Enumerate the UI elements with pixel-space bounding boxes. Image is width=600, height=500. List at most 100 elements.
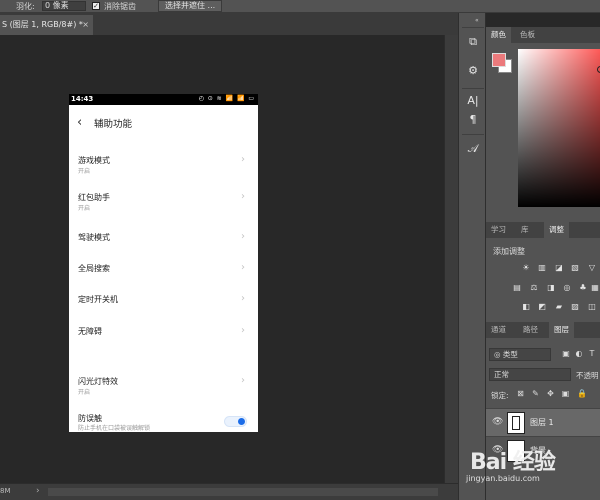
list-item-global-search[interactable]: 全局搜索 › xyxy=(69,262,258,277)
doc-size-readout: 8M xyxy=(0,487,11,495)
tab-learn[interactable]: 学习 xyxy=(486,222,511,238)
black-white-icon[interactable]: ◨ xyxy=(546,283,556,292)
vibrance-icon[interactable]: ▽ xyxy=(587,263,597,272)
levels-icon[interactable]: ▥ xyxy=(537,263,547,272)
feather-label: 羽化: xyxy=(16,2,35,11)
tab-libraries[interactable]: 库 xyxy=(516,222,534,238)
status-bar: 8M › xyxy=(0,483,458,500)
list-item-game-mode[interactable]: 游戏模式 开启 › xyxy=(69,154,258,181)
layer-name[interactable]: 图层 1 xyxy=(530,417,554,428)
gradient-map-icon[interactable]: ▨ xyxy=(570,302,580,311)
tab-adjustments[interactable]: 调整 xyxy=(544,222,569,238)
chevron-right-icon: › xyxy=(241,325,245,336)
opacity-label: 不透明 xyxy=(576,371,599,380)
toggle-knob xyxy=(238,418,245,425)
exposure-icon[interactable]: ▧ xyxy=(570,263,580,272)
selective-color-icon[interactable]: ◫ xyxy=(587,302,597,311)
color-panel-tabs: 颜色 色板 xyxy=(486,27,600,43)
list-item-subtitle: 开启 xyxy=(78,389,91,396)
filter-adjustment-icon[interactable]: ◐ xyxy=(574,349,584,359)
list-item-title: 全局搜索 xyxy=(78,264,110,273)
curves-icon[interactable]: ◪ xyxy=(554,263,564,272)
list-item-flash-effect[interactable]: 闪光灯特效 开启 › xyxy=(69,375,258,402)
document-tab-bar: S (图层 1, RGB/8#) * × xyxy=(0,13,458,35)
photo-filter-icon[interactable]: ◎ xyxy=(562,283,572,292)
threshold-icon[interactable]: ▰ xyxy=(554,302,564,311)
antialias-checkbox[interactable]: ✓ xyxy=(92,2,100,10)
list-item-title: 游戏模式 xyxy=(78,156,110,165)
watermark-url: jingyan.baidu.com xyxy=(466,474,540,483)
chevron-right-icon: › xyxy=(241,154,245,165)
divider xyxy=(462,134,484,135)
vertical-scrollbar[interactable] xyxy=(444,35,458,483)
chevron-right-icon: › xyxy=(241,262,245,273)
brightness-icon[interactable]: ☀ xyxy=(521,263,531,272)
color-balance-icon[interactable]: ⚖ xyxy=(529,283,539,292)
tab-swatches[interactable]: 色板 xyxy=(515,27,540,43)
tab-layers[interactable]: 图层 xyxy=(549,322,574,338)
list-item-title: 定时开关机 xyxy=(78,295,118,304)
lock-position-icon[interactable]: ✥ xyxy=(546,389,555,399)
list-item-red-packet[interactable]: 红包助手 开启 › xyxy=(69,191,258,218)
layer-row[interactable]: 👁 图层 1 xyxy=(486,408,600,436)
tab-paths[interactable]: 路径 xyxy=(518,322,543,338)
filter-type-icon[interactable]: T xyxy=(587,349,597,359)
list-item-title: 红包助手 xyxy=(78,193,110,202)
character-icon[interactable]: A| xyxy=(462,92,484,110)
blend-mode-select[interactable]: 正常 xyxy=(489,368,571,381)
list-item-driving-mode[interactable]: 驾驶模式 › xyxy=(69,231,258,246)
invert-icon[interactable]: ◧ xyxy=(521,302,531,311)
lock-pixels-icon[interactable]: ✎ xyxy=(531,389,540,399)
close-icon[interactable]: × xyxy=(82,15,89,35)
eye-icon[interactable]: 👁 xyxy=(492,417,503,427)
color-panel: 颜色 色板 xyxy=(486,27,600,222)
divider xyxy=(462,88,484,89)
filter-pixel-icon[interactable]: ▣ xyxy=(561,349,571,359)
list-item-anti-mistouch[interactable]: 防误触 防止手机在口袋被误触解锁 xyxy=(69,413,258,432)
document-tab-title: S (图层 1, RGB/8#) * xyxy=(2,20,83,29)
anti-mistouch-toggle[interactable] xyxy=(224,416,247,427)
history-icon[interactable]: ⧉ xyxy=(462,33,484,51)
color-lookup-icon[interactable]: ▦ xyxy=(590,283,600,292)
back-arrow-icon[interactable]: ‹ xyxy=(77,115,89,131)
lock-all-icon[interactable]: 🔒 xyxy=(577,389,587,399)
layer-kind-filter[interactable]: ◎ 类型 xyxy=(489,348,551,361)
phone-status-icons: ◴ ⊙ ≋ 📶 📶 ▭ xyxy=(198,95,255,102)
divider xyxy=(462,27,484,28)
list-item-subtitle: 开启 xyxy=(78,168,91,175)
chevron-right-icon: › xyxy=(241,375,245,386)
collapse-icon[interactable]: « xyxy=(475,17,479,24)
feather-input[interactable]: 0 像素 xyxy=(42,1,86,11)
adjustments-panel-tabs: 学习 库 调整 xyxy=(486,222,600,238)
list-item-accessibility[interactable]: 无障碍 › xyxy=(69,325,258,340)
horizontal-scrollbar[interactable] xyxy=(48,488,438,496)
posterize-icon[interactable]: ◩ xyxy=(537,302,547,311)
foreground-color-swatch[interactable] xyxy=(492,53,506,67)
chevron-right-icon: › xyxy=(241,293,245,304)
lock-transparent-icon[interactable]: ⊠ xyxy=(516,389,525,399)
lock-label: 锁定: xyxy=(491,391,509,400)
channel-mixer-icon[interactable]: ♣ xyxy=(578,283,588,292)
list-item-title: 驾驶模式 xyxy=(78,233,110,242)
phone-time: 14:43 xyxy=(71,95,94,103)
select-and-mask-button[interactable]: 选择并遮住 ... xyxy=(158,0,223,12)
document-tab[interactable]: S (图层 1, RGB/8#) * × xyxy=(0,15,93,35)
options-bar: 羽化: 0 像素 ✓ 消除锯齿 选择并遮住 ... xyxy=(0,0,600,13)
status-arrow-icon[interactable]: › xyxy=(36,486,40,496)
properties-icon[interactable]: ⚙ xyxy=(462,62,484,80)
phone-screenshot: 14:43 ◴ ⊙ ≋ 📶 📶 ▭ ‹ 辅助功能 游戏模式 开启 › 红包助手 … xyxy=(69,94,258,432)
list-item-title: 闪光灯特效 xyxy=(78,377,118,386)
list-item-title: 无障碍 xyxy=(78,327,102,336)
lock-artboard-icon[interactable]: ▣ xyxy=(561,389,570,399)
antialias-label: 消除锯齿 xyxy=(104,2,136,11)
phone-status-bar: 14:43 ◴ ⊙ ≋ 📶 📶 ▭ xyxy=(69,94,258,105)
glyphs-icon[interactable]: 𝒜 xyxy=(462,140,484,158)
watermark-logo: Bai 经验 xyxy=(470,450,556,475)
paragraph-icon[interactable]: ¶ xyxy=(462,111,484,129)
page-title: 辅助功能 xyxy=(94,119,133,130)
tab-channels[interactable]: 通道 xyxy=(486,322,511,338)
list-item-scheduled-power[interactable]: 定时开关机 › xyxy=(69,293,258,308)
tab-color[interactable]: 颜色 xyxy=(486,27,511,43)
color-picker-field[interactable] xyxy=(518,49,600,207)
hue-saturation-icon[interactable]: ▤ xyxy=(512,283,522,292)
